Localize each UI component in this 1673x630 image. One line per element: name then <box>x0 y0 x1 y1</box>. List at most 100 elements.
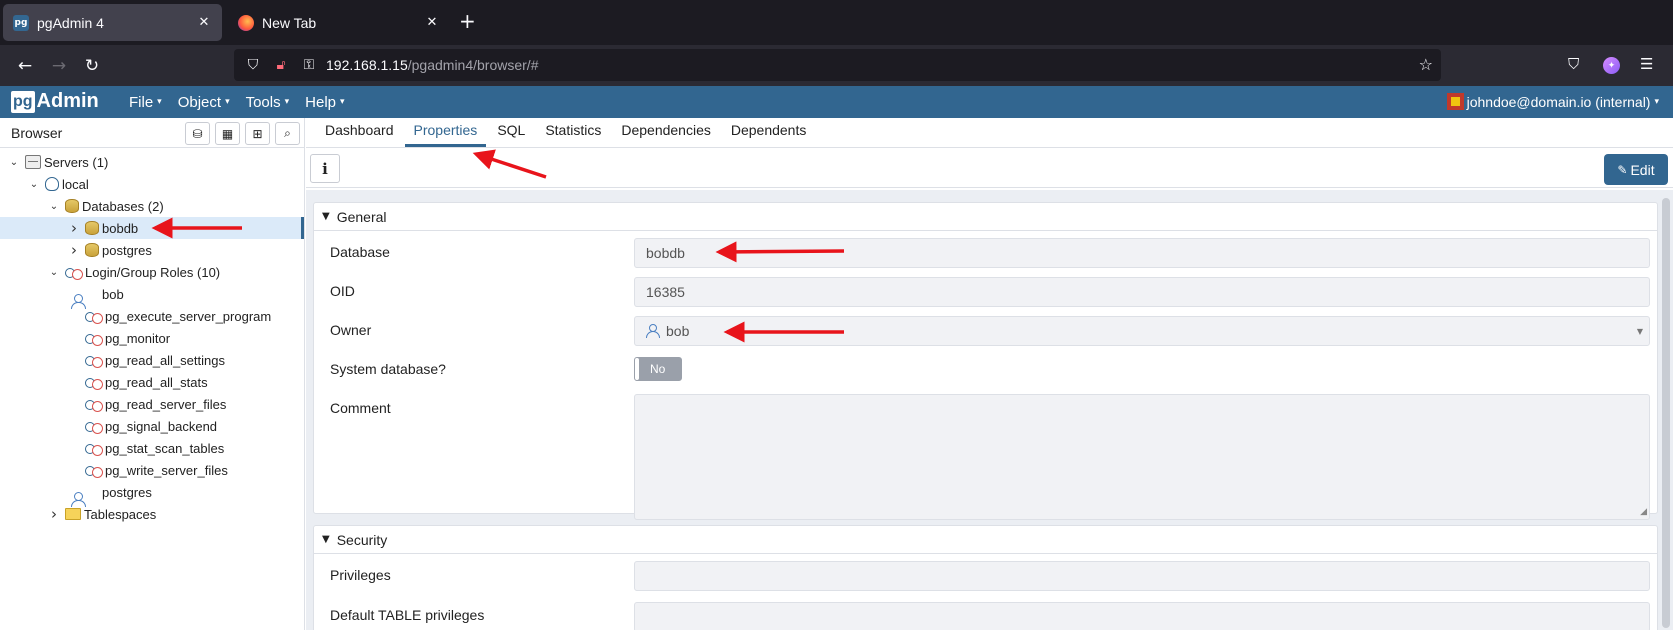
shield-icon[interactable]: ⛉ <box>244 57 262 73</box>
logo-text: Admin <box>36 90 99 112</box>
tree-item-label: pg_read_all_stats <box>105 374 208 390</box>
tree-item[interactable]: pg_monitor <box>0 327 304 349</box>
system-database-label: System database? <box>330 361 446 377</box>
system-database-toggle[interactable]: No <box>634 357 682 381</box>
properties-form: ▼ General Database bobdb OID 16385 Owner… <box>306 190 1673 630</box>
roles-icon <box>85 331 103 346</box>
tree-item[interactable]: ⌄ Servers (1) <box>0 151 304 173</box>
user-menu[interactable]: johndoe@domain.io (internal) ▾ <box>1446 93 1659 110</box>
tab-statistics[interactable]: Statistics <box>536 122 610 147</box>
tab-dependents[interactable]: Dependents <box>722 122 816 147</box>
folder-icon <box>65 508 81 520</box>
url-path: /pgadmin4/browser/# <box>407 57 539 73</box>
tree-item-label: local <box>62 176 89 192</box>
chevron-right-icon[interactable]: › <box>47 505 61 523</box>
filtered-rows-icon[interactable]: ⊞ <box>245 122 270 145</box>
hamburger-menu-icon[interactable]: ☰ <box>1640 55 1653 73</box>
tree-item[interactable]: bob <box>0 283 304 309</box>
tree-item[interactable]: postgres <box>0 481 304 507</box>
browser-tab-newtab[interactable]: New Tab ✕ <box>228 4 450 41</box>
object-tabs: Dashboard Properties SQL Statistics Depe… <box>306 118 1673 148</box>
chevron-down-icon[interactable]: ⌄ <box>47 267 61 278</box>
chevron-down-icon: ▾ <box>157 97 162 107</box>
resize-grip-icon[interactable]: ◢ <box>1640 507 1647 517</box>
tree-item[interactable]: ⌄ Databases (2) <box>0 195 304 217</box>
main-menu: File ▾ Object ▾ Tools ▾ Help ▾ <box>129 86 361 118</box>
view-data-icon[interactable]: ▦ <box>215 122 240 145</box>
roles-icon <box>65 265 83 280</box>
chevron-down-icon[interactable]: ⌄ <box>27 179 41 190</box>
roles-icon <box>85 309 103 324</box>
menu-object[interactable]: Object ▾ <box>178 94 230 111</box>
key-icon[interactable]: ⚿ <box>300 57 318 73</box>
security-section-header[interactable]: ▼ Security <box>314 526 1657 554</box>
tree-item[interactable]: pg_stat_scan_tables <box>0 437 304 459</box>
back-arrow-icon[interactable]: ← <box>13 54 37 78</box>
menu-label: Tools <box>245 93 281 111</box>
tree-item[interactable]: ⌄ local <box>0 173 304 195</box>
tree-item[interactable]: pg_read_server_files <box>0 393 304 415</box>
tab-sql[interactable]: SQL <box>488 122 534 147</box>
extension-icon[interactable]: ✦ <box>1603 57 1620 74</box>
tree-item[interactable]: pg_read_all_settings <box>0 349 304 371</box>
chevron-right-icon[interactable]: › <box>67 241 81 259</box>
menu-help[interactable]: Help ▾ <box>305 94 344 111</box>
tab-dependencies[interactable]: Dependencies <box>612 122 720 147</box>
browser-panel: Browser ⛁ ▦ ⊞ ⌕ ⌄ Servers (1) ⌄ local ⌄ Datab… <box>0 118 305 630</box>
chevron-down-icon: ▾ <box>284 97 290 107</box>
tree-item[interactable]: pg_read_all_stats <box>0 371 304 393</box>
chevron-down-icon[interactable]: ⌄ <box>7 157 21 168</box>
menu-tools[interactable]: Tools ▾ <box>246 94 290 111</box>
search-objects-icon[interactable]: ⌕ <box>275 122 300 145</box>
chevron-right-icon[interactable]: › <box>67 219 81 237</box>
tree-item[interactable]: pg_execute_server_program <box>0 305 304 327</box>
close-tab-icon[interactable]: ✕ <box>424 15 440 30</box>
chevron-down-icon: ▼ <box>322 211 330 222</box>
pocket-icon[interactable]: ⛉ <box>1568 55 1579 73</box>
menu-label: Help <box>305 93 337 111</box>
owner-select[interactable]: bob ▼ <box>634 316 1650 346</box>
query-tool-icon[interactable]: ⛁ <box>185 122 210 145</box>
tree-item-label: pg_read_server_files <box>105 396 227 412</box>
url-host: 192.168.1.15 <box>326 57 408 73</box>
chevron-down-icon[interactable]: ⌄ <box>47 201 61 212</box>
tab-dashboard[interactable]: Dashboard <box>316 122 403 147</box>
pgadmin-logo: pg Admin <box>11 90 99 113</box>
properties-toolbar: i ✎ Edit <box>306 148 1673 188</box>
edit-button[interactable]: ✎ Edit <box>1604 154 1668 185</box>
tree-item[interactable]: › bobdb <box>0 217 304 239</box>
section-title: General <box>336 208 387 225</box>
section-title: Security <box>336 531 388 548</box>
menu-label: File <box>129 93 154 111</box>
oid-value: 16385 <box>646 284 685 300</box>
tree-item-label: pg_monitor <box>105 330 171 346</box>
general-section-header[interactable]: ▼ General <box>314 203 1657 231</box>
tab-properties[interactable]: Properties <box>404 122 487 147</box>
tree-item[interactable]: ⌄ Login/Group Roles (10) <box>0 261 304 283</box>
security-section: ▼ Security Privileges Default TABLE priv… <box>313 525 1658 630</box>
browser-tab-pgadmin[interactable]: pg pgAdmin 4 ✕ <box>3 4 222 41</box>
user-email: johndoe@domain.io (internal) <box>1466 93 1651 110</box>
pencil-icon: ✎ <box>1617 162 1628 177</box>
forward-arrow-icon[interactable]: → <box>47 54 71 78</box>
bookmark-star-icon[interactable]: ☆ <box>1419 55 1433 74</box>
tree-item[interactable]: pg_signal_backend <box>0 415 304 437</box>
properties-scrollbar[interactable] <box>1662 198 1670 628</box>
tree-item[interactable]: › postgres <box>0 239 304 261</box>
tree-item[interactable]: pg_write_server_files <box>0 459 304 481</box>
menu-file[interactable]: File ▾ <box>129 94 162 111</box>
edit-label: Edit <box>1630 161 1655 178</box>
close-tab-icon[interactable]: ✕ <box>196 15 212 30</box>
insecure-lock-icon[interactable]: 🔓︎ <box>272 57 290 73</box>
reload-icon[interactable]: ↻ <box>80 54 104 78</box>
info-button[interactable]: i <box>310 154 340 183</box>
browser-panel-header: Browser ⛁ ▦ ⊞ ⌕ <box>0 118 304 148</box>
tree-item[interactable]: › Tablespaces <box>0 503 304 525</box>
owner-value: bob <box>666 323 690 339</box>
tree-item-label: Login/Group Roles (10) <box>85 264 221 280</box>
new-tab-plus-icon[interactable]: + <box>459 11 476 31</box>
url-bar[interactable]: ⛉ 🔓︎ ⚿ 192.168.1.15/pgadmin4/browser/# ☆ <box>234 49 1441 81</box>
logo-pg: pg <box>11 90 35 113</box>
caret-down-icon: ▼ <box>1636 327 1643 336</box>
comment-textarea[interactable]: ◢ <box>634 394 1650 520</box>
